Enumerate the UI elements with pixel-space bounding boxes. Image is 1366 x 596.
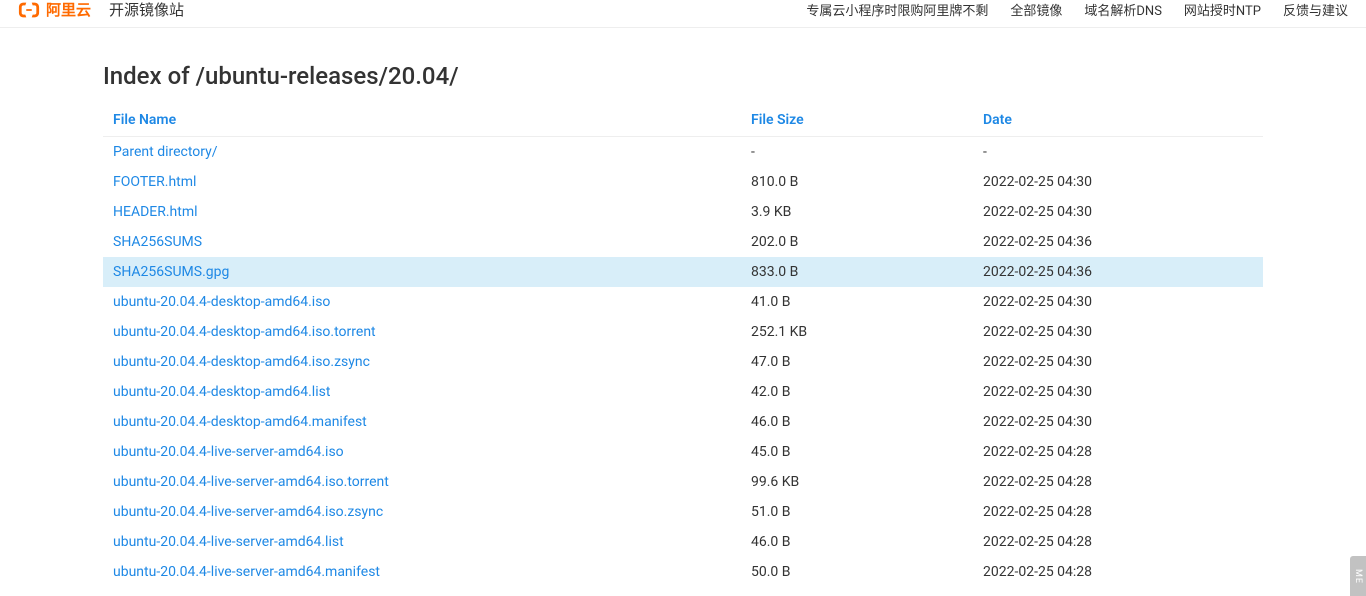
cell-file-date: 2022-02-25 04:28: [973, 497, 1263, 527]
cell-file-size: 99.6 KB: [741, 467, 973, 497]
cell-file-name: ubuntu-20.04.4-desktop-amd64.list: [103, 377, 741, 407]
cell-file-date: 2022-02-25 04:30: [973, 317, 1263, 347]
table-row: ubuntu-20.04.4-live-server-amd64.manifes…: [103, 557, 1263, 587]
cell-file-name: ubuntu-20.04.4-live-server-amd64.manifes…: [103, 557, 741, 587]
main-container: Index of /ubuntu-releases/20.04/ File Na…: [93, 62, 1273, 587]
cell-file-size: 41.0 B: [741, 287, 973, 317]
top-bar-left: 阿里云 开源镜像站: [18, 0, 184, 21]
cell-file-date: 2022-02-25 04:30: [973, 197, 1263, 227]
table-row: ubuntu-20.04.4-desktop-amd64.iso 41.0 B20…: [103, 287, 1263, 317]
top-bar: 阿里云 开源镜像站 专属云小程序时限购阿里牌不剩 全部镜像 域名解析DNS 网站…: [0, 0, 1366, 28]
cell-file-name: SHA256SUMS.gpg: [103, 257, 741, 287]
cell-file-size: 252.1 KB: [741, 317, 973, 347]
table-row: SHA256SUMS 202.0 B2022-02-25 04:36: [103, 227, 1263, 257]
cell-file-name: ubuntu-20.04.4-desktop-amd64.iso.zsync: [103, 347, 741, 377]
table-row: HEADER.html 3.9 KB2022-02-25 04:30: [103, 197, 1263, 227]
file-link[interactable]: ubuntu-20.04.4-live-server-amd64.iso.tor…: [113, 474, 389, 490]
cell-file-name: ubuntu-20.04.4-desktop-amd64.manifest: [103, 407, 741, 437]
cell-file-size: 47.0 B: [741, 347, 973, 377]
file-link[interactable]: SHA256SUMS: [113, 234, 202, 250]
file-link[interactable]: ubuntu-20.04.4-live-server-amd64.iso.zsy…: [113, 504, 383, 520]
cell-file-date: 2022-02-25 04:30: [973, 347, 1263, 377]
file-link[interactable]: Parent directory/: [113, 144, 218, 160]
cell-file-size: -: [741, 137, 973, 168]
table-row: SHA256SUMS.gpg 833.0 B2022-02-25 04:36: [103, 257, 1263, 287]
cell-file-name: ubuntu-20.04.4-live-server-amd64.iso.tor…: [103, 467, 741, 497]
cell-file-name: ubuntu-20.04.4-live-server-amd64.iso: [103, 437, 741, 467]
cell-file-size: 833.0 B: [741, 257, 973, 287]
cell-file-date: 2022-02-25 04:28: [973, 557, 1263, 587]
cell-file-size: 51.0 B: [741, 497, 973, 527]
table-row: ubuntu-20.04.4-live-server-amd64.list 46.…: [103, 527, 1263, 557]
cell-file-name: ubuntu-20.04.4-live-server-amd64.iso.zsy…: [103, 497, 741, 527]
file-link[interactable]: ubuntu-20.04.4-desktop-amd64.iso: [113, 294, 330, 310]
table-row: ubuntu-20.04.4-desktop-amd64.iso.zsync 47…: [103, 347, 1263, 377]
cell-file-size: 202.0 B: [741, 227, 973, 257]
cell-file-size: 50.0 B: [741, 557, 973, 587]
cell-file-name: ubuntu-20.04.4-live-server-amd64.list: [103, 527, 741, 557]
aliyun-logo-icon: [18, 0, 40, 21]
file-link[interactable]: ubuntu-20.04.4-live-server-amd64.iso: [113, 444, 344, 460]
cell-file-date: 2022-02-25 04:28: [973, 527, 1263, 557]
table-row: ubuntu-20.04.4-desktop-amd64.manifest 46.…: [103, 407, 1263, 437]
nav-feedback[interactable]: 反馈与建议: [1283, 0, 1348, 19]
file-link[interactable]: HEADER.html: [113, 204, 198, 220]
brand-text: 阿里云: [46, 0, 91, 20]
site-name: 开源镜像站: [109, 0, 184, 20]
file-link[interactable]: ubuntu-20.04.4-desktop-amd64.manifest: [113, 414, 367, 430]
cell-file-size: 42.0 B: [741, 377, 973, 407]
cell-file-size: 45.0 B: [741, 437, 973, 467]
table-row: ubuntu-20.04.4-live-server-amd64.iso.zsy…: [103, 497, 1263, 527]
file-listing-table: File Name File Size Date Parent director…: [103, 104, 1263, 587]
top-nav: 专属云小程序时限购阿里牌不剩 全部镜像 域名解析DNS 网站授时NTP 反馈与建…: [806, 0, 1348, 19]
file-link[interactable]: ubuntu-20.04.4-desktop-amd64.list: [113, 384, 330, 400]
cell-file-date: 2022-02-25 04:30: [973, 167, 1263, 197]
nav-promo[interactable]: 专属云小程序时限购阿里牌不剩: [806, 0, 988, 19]
cell-file-date: 2022-02-25 04:30: [973, 377, 1263, 407]
cell-file-size: 3.9 KB: [741, 197, 973, 227]
table-row: FOOTER.html 810.0 B2022-02-25 04:30: [103, 167, 1263, 197]
table-row: ubuntu-20.04.4-live-server-amd64.iso.tor…: [103, 467, 1263, 497]
cell-file-date: 2022-02-25 04:36: [973, 257, 1263, 287]
cell-file-size: 46.0 B: [741, 527, 973, 557]
file-link[interactable]: ubuntu-20.04.4-live-server-amd64.manifes…: [113, 564, 380, 580]
cell-file-name: FOOTER.html: [103, 167, 741, 197]
file-link[interactable]: ubuntu-20.04.4-desktop-amd64.iso.torrent: [113, 324, 376, 340]
col-header-size[interactable]: File Size: [741, 104, 973, 137]
cell-file-date: 2022-02-25 04:36: [973, 227, 1263, 257]
file-link[interactable]: ubuntu-20.04.4-live-server-amd64.list: [113, 534, 344, 550]
cell-file-name: HEADER.html: [103, 197, 741, 227]
cell-file-date: 2022-02-25 04:28: [973, 437, 1263, 467]
cell-file-name: Parent directory/: [103, 137, 741, 168]
nav-ntp[interactable]: 网站授时NTP: [1184, 0, 1261, 19]
nav-dns[interactable]: 域名解析DNS: [1084, 0, 1162, 19]
cell-file-name: ubuntu-20.04.4-desktop-amd64.iso: [103, 287, 741, 317]
file-link[interactable]: FOOTER.html: [113, 174, 196, 190]
table-row: ubuntu-20.04.4-live-server-amd64.iso 45.0…: [103, 437, 1263, 467]
table-header-row: File Name File Size Date: [103, 104, 1263, 137]
cell-file-name: SHA256SUMS: [103, 227, 741, 257]
table-row: Parent directory/ --: [103, 137, 1263, 168]
cell-file-date: 2022-02-25 04:30: [973, 407, 1263, 437]
file-link[interactable]: ubuntu-20.04.4-desktop-amd64.iso.zsync: [113, 354, 370, 370]
cell-file-date: -: [973, 137, 1263, 168]
col-header-date[interactable]: Date: [973, 104, 1263, 137]
table-row: ubuntu-20.04.4-desktop-amd64.list 42.0 B2…: [103, 377, 1263, 407]
page-title: Index of /ubuntu-releases/20.04/: [103, 62, 1263, 90]
cell-file-size: 810.0 B: [741, 167, 973, 197]
nav-all-mirror[interactable]: 全部镜像: [1010, 0, 1062, 19]
brand-logo[interactable]: 阿里云: [18, 0, 91, 21]
side-tab[interactable]: ME: [1350, 556, 1366, 596]
cell-file-size: 46.0 B: [741, 407, 973, 437]
cell-file-date: 2022-02-25 04:30: [973, 287, 1263, 317]
cell-file-date: 2022-02-25 04:28: [973, 467, 1263, 497]
cell-file-name: ubuntu-20.04.4-desktop-amd64.iso.torrent: [103, 317, 741, 347]
col-header-name[interactable]: File Name: [103, 104, 741, 137]
file-link[interactable]: SHA256SUMS.gpg: [113, 264, 229, 280]
table-row: ubuntu-20.04.4-desktop-amd64.iso.torrent…: [103, 317, 1263, 347]
